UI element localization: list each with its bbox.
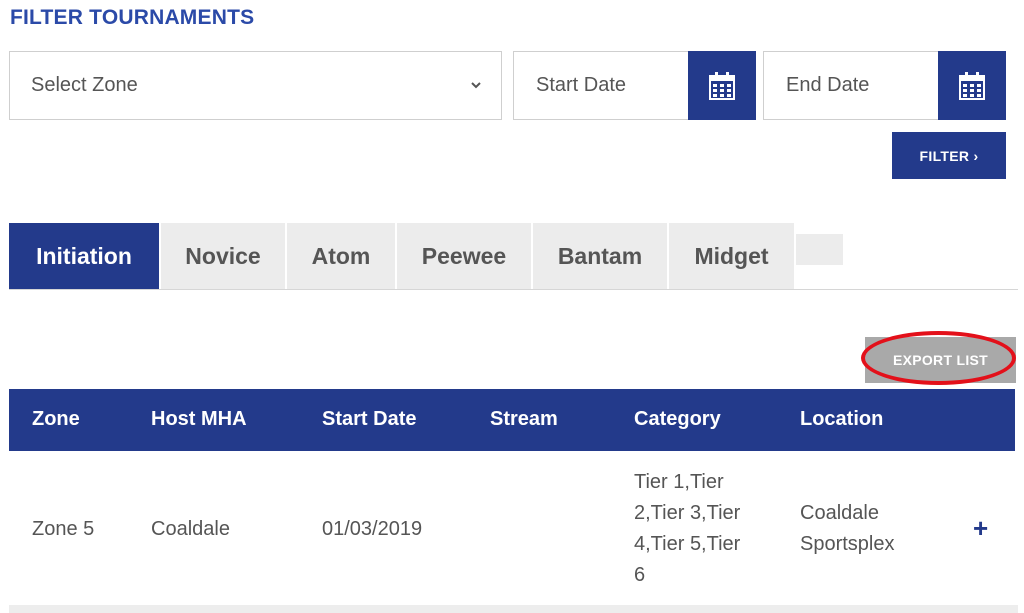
start-date-placeholder: Start Date (536, 74, 627, 96)
filter-button[interactable]: FILTER › (892, 132, 1006, 179)
tab-atom[interactable]: Atom (287, 223, 395, 290)
start-date-calendar-button[interactable] (688, 51, 756, 120)
column-header-location[interactable]: Location (800, 408, 883, 431)
location-line: Coaldale (800, 502, 879, 524)
page-title: FILTER TOURNAMENTS (10, 6, 255, 29)
cell-zone: Zone 5 (32, 518, 95, 540)
location-line: Sportsplex (800, 533, 895, 555)
chevron-down-icon (471, 82, 481, 89)
category-line: Tier 1,Tier (634, 471, 724, 493)
category-line: 6 (634, 564, 646, 586)
end-date-placeholder: End Date (786, 74, 870, 96)
table-header: Zone Host MHA Start Date Stream Category… (9, 389, 1015, 451)
tab-placeholder (796, 234, 843, 265)
calendar-icon (709, 71, 735, 100)
highlight-annotation (861, 331, 1016, 385)
end-date-calendar-button[interactable] (938, 51, 1006, 120)
tab-novice[interactable]: Novice (161, 223, 285, 290)
cell-location: Coaldale Sportsplex (800, 498, 895, 560)
age-category-tabs: Initiation Novice Atom Peewee Bantam Mid… (9, 223, 843, 290)
calendar-icon (959, 71, 985, 100)
cell-category: Tier 1,Tier 2,Tier 3,Tier 4,Tier 5,Tier … (634, 467, 740, 591)
start-date-field[interactable]: Start Date (513, 51, 756, 120)
tab-midget[interactable]: Midget (669, 223, 794, 290)
category-line: 2,Tier 3,Tier (634, 502, 741, 524)
tab-bantam[interactable]: Bantam (533, 223, 667, 290)
tab-initiation[interactable]: Initiation (9, 223, 159, 290)
end-date-field[interactable]: End Date (763, 51, 1006, 120)
column-header-host-mha[interactable]: Host MHA (151, 408, 247, 431)
column-header-start-date[interactable]: Start Date (322, 408, 416, 431)
column-header-stream[interactable]: Stream (490, 408, 558, 431)
tab-divider (9, 289, 1018, 290)
zone-select-value: Select Zone (31, 74, 138, 96)
zone-select[interactable]: Select Zone (9, 51, 502, 120)
cell-start-date: 01/03/2019 (322, 518, 423, 540)
column-header-category[interactable]: Category (634, 408, 721, 431)
column-header-zone[interactable]: Zone (32, 408, 80, 431)
tab-peewee[interactable]: Peewee (397, 223, 531, 290)
row-divider (9, 605, 1018, 613)
expand-row-icon[interactable]: + (973, 515, 988, 541)
cell-host-mha: Coaldale (151, 518, 230, 540)
category-line: 4,Tier 5,Tier (634, 533, 741, 555)
